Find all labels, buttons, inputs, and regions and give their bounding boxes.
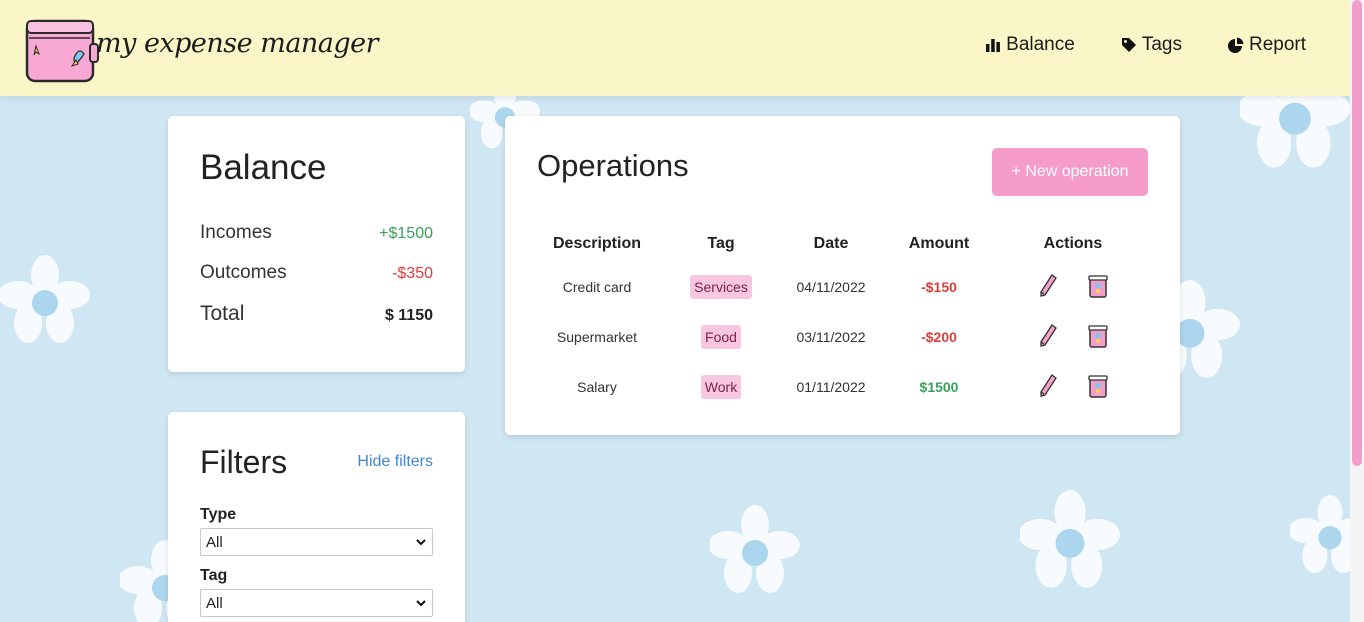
table-row: Credit card Services 04/11/2022 -$150 (537, 262, 1145, 312)
nav-label: Tags (1141, 34, 1182, 55)
row-description: Supermarket (556, 329, 638, 345)
tag-filter-select[interactable]: All (200, 589, 433, 617)
nav-item-report[interactable]: Report (1227, 34, 1306, 56)
total-value: $ 1150 (384, 307, 433, 324)
delete-trash-icon[interactable] (1087, 373, 1109, 399)
tag-filter-label: Tag (200, 567, 228, 584)
edit-pencil-icon[interactable] (1037, 273, 1059, 299)
table-header-row: Description Tag Date Amount Actions (537, 226, 1145, 262)
flower-decoration (710, 505, 800, 593)
total-row: Total $ 1150 (200, 302, 433, 326)
nav-item-tags[interactable]: Tags (1121, 34, 1182, 56)
incomes-row: Incomes +$1500 (200, 222, 433, 244)
type-filter-label: Type (200, 506, 237, 523)
delete-trash-icon[interactable] (1087, 323, 1109, 349)
filters-title: Filters (200, 444, 288, 480)
operations-card: Operations + New operation Description T… (505, 116, 1180, 435)
balance-card: Balance Incomes +$1500 Outcomes -$350 To… (168, 116, 465, 372)
table-row: Supermarket Food 03/11/2022 -$200 (537, 312, 1145, 362)
type-filter-select[interactable]: All (200, 528, 433, 556)
column-header: Actions (1043, 235, 1103, 252)
row-description: Credit card (562, 279, 632, 295)
main-nav: Balance Tags Report (985, 34, 1306, 56)
incomes-value: +$1500 (379, 225, 433, 242)
hide-filters-link[interactable]: Hide filters (357, 453, 433, 471)
flower-decoration (0, 255, 90, 343)
row-date: 01/11/2022 (796, 379, 866, 395)
operations-title: Operations (537, 148, 689, 183)
nav-label: Report (1248, 34, 1306, 55)
row-amount: -$150 (921, 279, 957, 295)
flower-decoration (1020, 490, 1120, 588)
column-header: Amount (908, 235, 970, 252)
type-filter-value: All (206, 533, 223, 551)
nav-label: Balance (1006, 34, 1075, 55)
table-row: Salary Work 01/11/2022 $1500 (537, 362, 1145, 412)
operations-table: Description Tag Date Amount Actions Cred… (537, 226, 1145, 412)
tag-badge[interactable]: Services (690, 275, 752, 299)
row-description: Salary (577, 379, 617, 395)
scrollbar-thumb[interactable] (1352, 0, 1362, 466)
column-header: Date (813, 235, 849, 252)
logo-text: my expense manager (96, 28, 379, 59)
bar-chart-icon (986, 39, 1001, 52)
outcomes-value: -$350 (392, 265, 433, 282)
app-logo[interactable]: my expense manager (24, 16, 379, 84)
edit-pencil-icon[interactable] (1037, 373, 1059, 399)
wallet-icon (25, 19, 99, 83)
scrollbar[interactable] (1350, 0, 1364, 622)
outcomes-label: Outcomes (200, 262, 287, 283)
new-operation-button[interactable]: + New operation (992, 148, 1148, 196)
incomes-label: Incomes (200, 222, 272, 243)
chevron-down-icon (416, 600, 426, 607)
row-date: 04/11/2022 (796, 279, 866, 295)
row-amount: $1500 (919, 379, 959, 395)
total-label: Total (200, 302, 245, 325)
column-header: Description (552, 235, 641, 252)
tag-badge[interactable]: Work (700, 375, 742, 399)
row-date: 03/11/2022 (796, 329, 866, 345)
row-amount: -$200 (921, 329, 957, 345)
balance-title: Balance (200, 148, 327, 187)
column-header: Tag (707, 235, 735, 252)
outcomes-row: Outcomes -$350 (200, 262, 433, 284)
pie-chart-icon (1227, 37, 1244, 53)
tag-badge[interactable]: Food (701, 325, 741, 349)
top-navbar: my expense manager Balance Tags Report (0, 0, 1350, 96)
tag-icon (1121, 38, 1136, 52)
filters-card: Filters Hide filters Type All Tag All (168, 412, 465, 622)
nav-item-balance[interactable]: Balance (985, 34, 1075, 56)
tag-filter-value: All (206, 594, 223, 612)
edit-pencil-icon[interactable] (1037, 323, 1059, 349)
chevron-down-icon (416, 539, 426, 546)
delete-trash-icon[interactable] (1087, 273, 1109, 299)
